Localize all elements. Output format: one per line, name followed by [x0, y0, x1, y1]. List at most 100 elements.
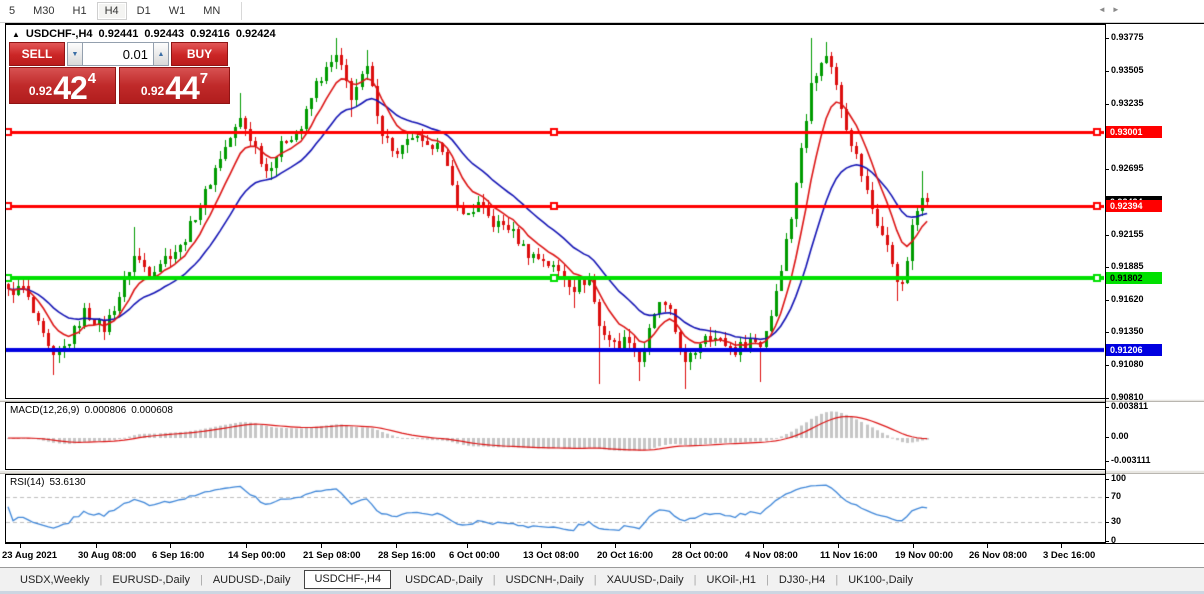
time-axis-label: 26 Nov 08:00: [969, 550, 1028, 561]
chart-tab-usdchf-h4[interactable]: USDCHF-,H4: [304, 570, 392, 589]
price-tick-label: 0.93235: [1111, 98, 1144, 108]
tab-scroll-right-icon[interactable]: ►: [1112, 5, 1126, 14]
chart-tab-uk100-daily[interactable]: UK100-,Daily: [838, 570, 923, 590]
buy-price-prefix: 0.92: [140, 84, 165, 98]
price-chart-pane: ▲ USDCHF-,H4 0.92441 0.92443 0.92416 0.92424 …: [5, 24, 1106, 399]
time-axis-label: 4 Nov 08:00: [745, 550, 798, 561]
macd-value-main: 0.000806: [84, 405, 127, 416]
buy-price-tile[interactable]: 0.92 44 7: [119, 67, 230, 104]
sell-price-tile[interactable]: 0.92 42 4: [9, 67, 116, 104]
sell-price-sup: 4: [87, 70, 97, 87]
buy-price-sup: 7: [199, 70, 209, 87]
price-tick-label: 0.92155: [1111, 229, 1144, 239]
time-axis-label: 6 Sep 16:00: [152, 550, 205, 561]
buy-button[interactable]: BUY: [171, 42, 228, 66]
chart-tab-usdcnh-daily[interactable]: USDCNH-,Daily: [496, 570, 594, 590]
volume-decrease-button[interactable]: ▼: [67, 42, 83, 66]
time-tick: [615, 544, 616, 548]
timeframe-toolbar: 5 M30 H1 H4 D1 W1 MN: [0, 0, 1204, 23]
time-tick: [321, 544, 322, 548]
hline-price-label: 0.91206: [1106, 344, 1162, 356]
rsi-tick-label: 70: [1111, 491, 1122, 501]
time-axis-label: 6 Oct 00:00: [449, 550, 500, 561]
chart-tab-usdx-weekly[interactable]: USDX,Weekly: [10, 570, 99, 590]
time-tick: [467, 544, 468, 548]
chart-tab-eurusd-daily[interactable]: EURUSD-,Daily: [102, 570, 200, 590]
chart-tab-xauusd-daily[interactable]: XAUUSD-,Daily: [597, 570, 694, 590]
panel-collapse-icon[interactable]: ▲: [12, 30, 20, 39]
hline-price-label: 0.91802: [1106, 272, 1162, 284]
chart-tab-ukoil-h1[interactable]: UKOil-,H1: [697, 570, 767, 590]
time-tick: [20, 544, 21, 548]
sell-price-big: 42: [53, 70, 88, 106]
sell-button[interactable]: SELL: [9, 42, 65, 66]
timeframe-button-w1[interactable]: W1: [161, 2, 194, 20]
time-axis-label: 21 Sep 08:00: [303, 550, 361, 561]
hline-price-label: 0.93001: [1106, 126, 1162, 138]
chart-tab-dj30-h4[interactable]: DJ30-,H4: [769, 570, 835, 590]
price-tick-label: 0.91885: [1111, 261, 1144, 271]
time-axis-label: 30 Aug 08:00: [78, 550, 137, 561]
timeframe-button-5[interactable]: 5: [1, 2, 23, 20]
bid-price-label: 0.92424: [1106, 196, 1162, 208]
buy-price-big: 44: [165, 70, 200, 106]
time-axis-label: 14 Sep 00:00: [228, 550, 286, 561]
chart-tab-usdcad-daily[interactable]: USDCAD-,Daily: [395, 570, 493, 590]
time-tick: [96, 544, 97, 548]
timeframe-button-mn[interactable]: MN: [195, 2, 228, 20]
time-tick: [763, 544, 764, 548]
price-tick-label: 0.92695: [1111, 163, 1144, 173]
price-tick-label: 0.91620: [1111, 294, 1144, 304]
time-axis-label: 23 Aug 2021: [2, 550, 58, 561]
rsi-tick-label: 100: [1111, 473, 1127, 483]
chart-ohlc-header: ▲ USDCHF-,H4 0.92441 0.92443 0.92416 0.92424: [12, 28, 282, 40]
time-tick: [838, 544, 839, 548]
timeframe-button-m30[interactable]: M30: [25, 2, 62, 20]
timeframe-button-h4[interactable]: H4: [96, 2, 127, 20]
rsi-label: RSI(14) 53.6130: [10, 477, 91, 488]
trading-platform-window: { "toolbar": {"timeframes": ["5","M30","…: [0, 0, 1204, 594]
price-tick-label: 0.93505: [1111, 65, 1144, 75]
time-axis-line: [5, 543, 1204, 544]
rsi-canvas[interactable]: [6, 475, 1104, 542]
rsi-tick-label: 30: [1111, 516, 1122, 526]
time-axis-label: 3 Dec 16:00: [1043, 550, 1096, 561]
time-axis-label: 13 Oct 08:00: [523, 550, 579, 561]
ohlc-low: 0.92416: [190, 28, 230, 40]
time-tick: [246, 544, 247, 548]
macd-tick-label: 0.003811: [1111, 401, 1149, 411]
price-tick-label: 0.93775: [1111, 32, 1144, 42]
ohlc-high: 0.92443: [144, 28, 185, 40]
macd-tick-label: -0.003111: [1111, 455, 1151, 465]
time-axis-label: 20 Oct 16:00: [597, 550, 653, 561]
one-click-trading-panel: SELL ▼ ▲ BUY 0.92424 0.92447: [9, 42, 230, 104]
time-axis[interactable]: 23 Aug 2021 30 Aug 08:00 6 Sep 16:00 14 Sep…: [0, 543, 1204, 567]
rsi-indicator-pane: RSI(14) 53.6130: [5, 474, 1106, 543]
volume-input[interactable]: [83, 42, 153, 66]
time-tick: [396, 544, 397, 548]
tab-scroll-arrows: ◄►: [1098, 5, 1126, 14]
hline-price-label: 0.92394: [1106, 200, 1162, 212]
macd-value-signal: 0.000608: [131, 405, 173, 416]
timeframe-button-h1[interactable]: H1: [65, 2, 95, 20]
ohlc-close: 0.92424: [235, 28, 276, 40]
price-tick-label: 0.92425: [1111, 196, 1144, 206]
time-tick: [913, 544, 914, 548]
macd-tick-label: 0.00: [1111, 431, 1129, 441]
chart-tab-bar: USDX,Weekly | EURUSD-,Daily | AUDUSD-,Daily U…: [0, 567, 1204, 591]
macd-indicator-pane: MACD(12,26,9) 0.000806 0.000608: [5, 402, 1106, 470]
time-axis-label: 11 Nov 16:00: [820, 550, 878, 561]
timeframe-button-d1[interactable]: D1: [129, 2, 159, 20]
price-tick-label: 0.91080: [1111, 359, 1144, 369]
time-tick: [1061, 544, 1062, 548]
price-tick-label: 0.91350: [1111, 326, 1144, 336]
time-axis-label: 28 Sep 16:00: [378, 550, 436, 561]
time-axis-label: 28 Oct 00:00: [672, 550, 728, 561]
time-tick: [987, 544, 988, 548]
toolbar-separator: [241, 2, 243, 20]
chart-tab-audusd-daily[interactable]: AUDUSD-,Daily: [203, 570, 301, 590]
macd-label: MACD(12,26,9) 0.000806 0.000608: [10, 405, 178, 416]
volume-increase-button[interactable]: ▲: [153, 42, 169, 66]
macd-name: MACD(12,26,9): [10, 405, 80, 416]
tab-scroll-left-icon[interactable]: ◄: [1098, 5, 1112, 14]
